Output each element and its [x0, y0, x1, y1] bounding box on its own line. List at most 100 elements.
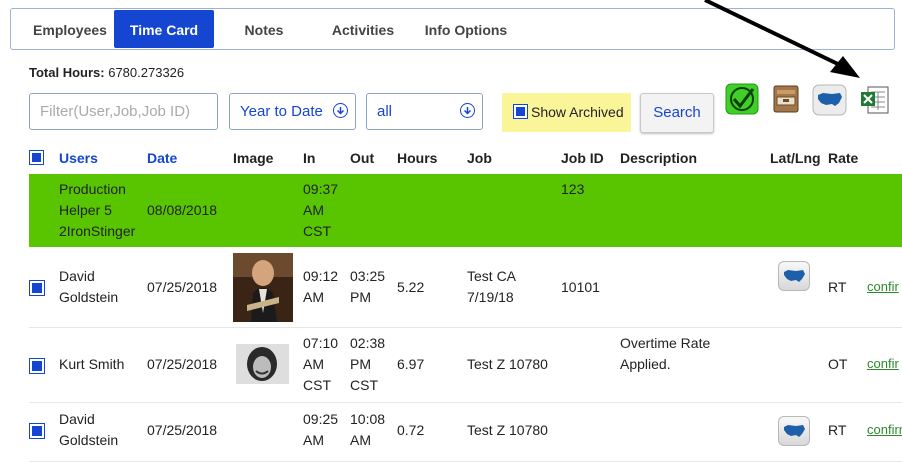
- column-header-description: Description: [620, 150, 698, 166]
- job-id-cell: 123: [561, 181, 585, 197]
- column-header-in: In: [303, 150, 316, 166]
- user-name-line: Helper 5: [59, 202, 112, 218]
- show-archived-label: Show Archived: [531, 104, 624, 120]
- in-time-cell: 09:25 AM: [303, 409, 338, 451]
- time-line: 07:10: [303, 335, 339, 351]
- rate-cell: OT: [828, 356, 848, 372]
- description-line: Applied.: [620, 356, 671, 372]
- tab-time-card[interactable]: Time Card: [114, 10, 214, 48]
- filter-input[interactable]: [29, 93, 218, 130]
- time-line: CST: [303, 223, 331, 239]
- confirm-link[interactable]: confir: [867, 356, 899, 371]
- map-location-button[interactable]: [778, 261, 810, 291]
- show-archived-checkbox[interactable]: [513, 104, 528, 119]
- scope-select[interactable]: all: [366, 93, 483, 130]
- search-button[interactable]: Search: [640, 93, 714, 133]
- user-name-line: David: [59, 411, 95, 427]
- scope-select-value: all: [377, 103, 393, 120]
- user-name-line: David: [59, 268, 95, 284]
- time-line: AM: [303, 356, 324, 372]
- column-header-image: Image: [233, 150, 274, 166]
- employee-photo: [233, 253, 293, 322]
- job-id-cell: 10101: [561, 279, 600, 295]
- description-line: Overtime Rate: [620, 335, 711, 351]
- chevron-down-icon: [460, 103, 475, 118]
- time-line: AM: [303, 289, 324, 305]
- date-cell: 07/25/2018: [147, 422, 218, 438]
- employee-photo: [236, 344, 289, 384]
- job-cell: Test Z 10780: [467, 354, 548, 375]
- select-all-checkbox[interactable]: [29, 150, 44, 165]
- confirm-link[interactable]: confirm: [867, 422, 902, 437]
- date-cell: 08/08/2018: [147, 202, 218, 218]
- us-map-icon: [784, 425, 805, 437]
- period-select[interactable]: Year to Date: [229, 93, 356, 130]
- tab-notes[interactable]: Notes: [224, 10, 304, 48]
- out-time-cell: 02:38 PM CST: [350, 333, 385, 396]
- total-hours: Total Hours: 6780.273326: [29, 65, 184, 80]
- row-divider: [29, 461, 902, 462]
- user-cell: Kurt Smith: [59, 354, 124, 375]
- time-line: PM: [350, 356, 371, 372]
- job-line: 7/19/18: [467, 289, 514, 305]
- total-hours-label: Total Hours:: [29, 65, 105, 80]
- job-line: Test Z 10780: [467, 422, 548, 438]
- tab-info-options[interactable]: Info Options: [416, 10, 516, 48]
- user-cell: David Goldstein: [59, 409, 118, 451]
- time-line: 03:25: [350, 268, 386, 284]
- hours-cell: 6.97: [397, 356, 425, 372]
- job-line: Test CA: [467, 268, 517, 284]
- user-name-line: Goldstein: [59, 289, 119, 305]
- column-header-lat-lng: Lat/Lng: [770, 150, 821, 166]
- user-cell: Production Helper 5 2IronStinger: [59, 179, 135, 242]
- row-divider: [29, 402, 902, 403]
- out-time-cell: 10:08 AM: [350, 409, 385, 451]
- rate-cell: RT: [828, 422, 847, 438]
- column-header-users[interactable]: Users: [59, 150, 98, 166]
- column-header-date[interactable]: Date: [147, 150, 177, 166]
- row-checkbox[interactable]: [29, 358, 45, 374]
- time-line: 10:08: [350, 411, 386, 427]
- description-cell: Overtime Rate Applied.: [620, 333, 710, 375]
- time-line: PM: [350, 289, 371, 305]
- user-name-line: Production: [59, 181, 126, 197]
- rate-cell: RT: [828, 279, 847, 295]
- show-archived-toggle[interactable]: Show Archived: [502, 93, 631, 132]
- user-cell: David Goldstein: [59, 266, 118, 308]
- map-location-button[interactable]: [778, 416, 810, 446]
- user-name-line: Kurt Smith: [59, 356, 125, 372]
- tab-employees[interactable]: Employees: [19, 10, 121, 48]
- annotation-arrow: [704, 0, 860, 78]
- column-header-out: Out: [350, 150, 375, 166]
- user-name-line: 2IronStinger: [59, 223, 136, 239]
- user-name-line: Goldstein: [59, 432, 119, 448]
- confirm-link[interactable]: confir: [867, 279, 899, 294]
- column-header-job-id: Job ID: [561, 150, 604, 166]
- time-line: AM: [303, 202, 324, 218]
- date-cell: 07/25/2018: [147, 356, 218, 372]
- out-time-cell: 03:25 PM: [350, 266, 385, 308]
- hours-cell: 0.72: [397, 422, 425, 438]
- time-line: 09:37: [303, 181, 339, 197]
- total-hours-value: 6780.273326: [108, 65, 185, 80]
- column-header-rate: Rate: [828, 150, 859, 166]
- tab-activities[interactable]: Activities: [321, 10, 405, 48]
- time-line: 09:12: [303, 268, 339, 284]
- time-line: CST: [350, 377, 378, 393]
- time-line: CST: [303, 377, 331, 393]
- column-header-hours: Hours: [397, 150, 438, 166]
- chevron-down-icon: [333, 103, 348, 118]
- job-line: Test Z 10780: [467, 356, 548, 372]
- time-line: AM: [303, 432, 324, 448]
- time-line: 02:38: [350, 335, 386, 351]
- in-time-cell: 09:12 AM: [303, 266, 338, 308]
- period-select-value: Year to Date: [240, 103, 323, 120]
- us-map-icon: [784, 270, 805, 282]
- row-checkbox[interactable]: [29, 280, 45, 296]
- in-time-cell: 07:10 AM CST: [303, 333, 338, 396]
- time-line: AM: [350, 432, 371, 448]
- column-header-job: Job: [467, 150, 492, 166]
- hours-cell: 5.22: [397, 279, 425, 295]
- in-time-cell: 09:37 AM CST: [303, 179, 338, 242]
- row-checkbox[interactable]: [29, 423, 45, 439]
